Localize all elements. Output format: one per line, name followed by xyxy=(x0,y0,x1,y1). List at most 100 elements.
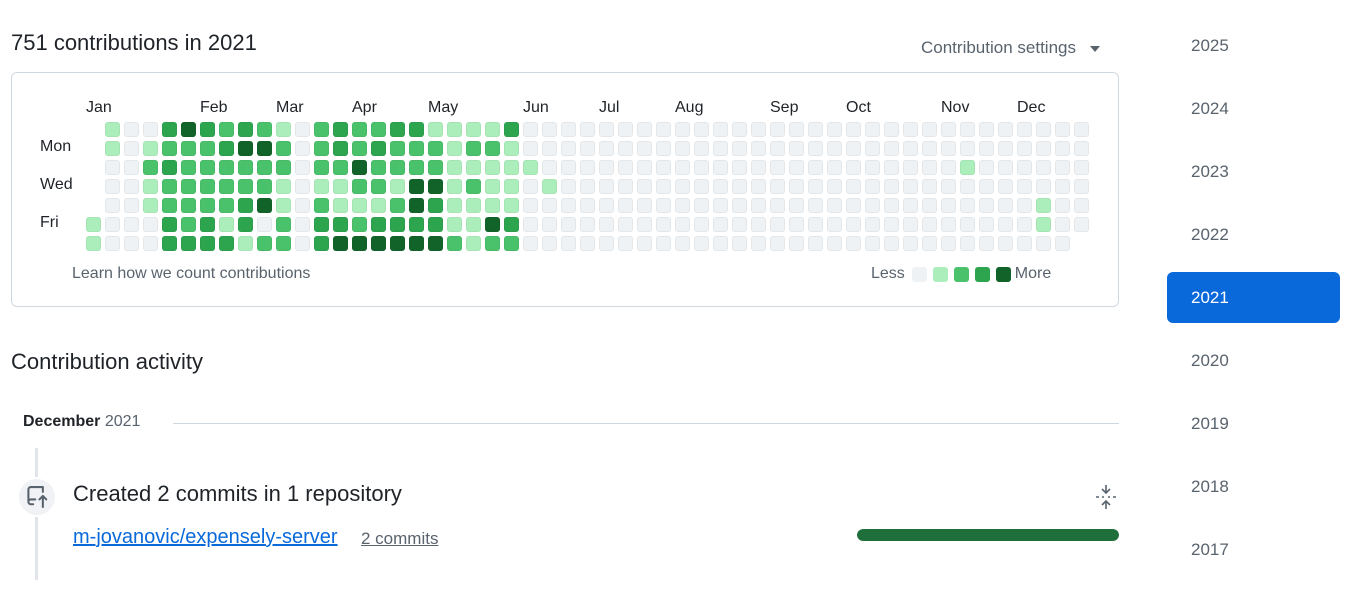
contribution-day-cell[interactable] xyxy=(105,179,120,194)
contribution-day-cell[interactable] xyxy=(827,236,842,251)
contribution-day-cell[interactable] xyxy=(1036,179,1051,194)
contribution-day-cell[interactable] xyxy=(371,141,386,156)
contribution-day-cell[interactable] xyxy=(447,122,462,137)
contribution-day-cell[interactable] xyxy=(941,179,956,194)
contribution-day-cell[interactable] xyxy=(580,122,595,137)
contribution-day-cell[interactable] xyxy=(86,217,101,232)
contribution-day-cell[interactable] xyxy=(656,160,671,175)
contribution-day-cell[interactable] xyxy=(732,179,747,194)
contribution-day-cell[interactable] xyxy=(998,179,1013,194)
contribution-day-cell[interactable] xyxy=(314,122,329,137)
contribution-day-cell[interactable] xyxy=(1074,179,1089,194)
contribution-day-cell[interactable] xyxy=(656,217,671,232)
contribution-day-cell[interactable] xyxy=(1036,160,1051,175)
contribution-day-cell[interactable] xyxy=(675,179,690,194)
contribution-day-cell[interactable] xyxy=(352,217,367,232)
contribution-day-cell[interactable] xyxy=(865,122,880,137)
contribution-day-cell[interactable] xyxy=(580,217,595,232)
contribution-day-cell[interactable] xyxy=(257,198,272,213)
contribution-day-cell[interactable] xyxy=(637,160,652,175)
contribution-day-cell[interactable] xyxy=(409,141,424,156)
contribution-day-cell[interactable] xyxy=(675,236,690,251)
contribution-day-cell[interactable] xyxy=(371,179,386,194)
contribution-day-cell[interactable] xyxy=(751,160,766,175)
contribution-day-cell[interactable] xyxy=(599,141,614,156)
contribution-day-cell[interactable] xyxy=(428,160,443,175)
contribution-day-cell[interactable] xyxy=(447,236,462,251)
year-link-2021[interactable]: 2021 xyxy=(1167,272,1340,323)
contribution-day-cell[interactable] xyxy=(561,198,576,213)
contribution-day-cell[interactable] xyxy=(295,198,310,213)
contribution-day-cell[interactable] xyxy=(219,236,234,251)
contribution-day-cell[interactable] xyxy=(960,217,975,232)
contribution-day-cell[interactable] xyxy=(960,236,975,251)
contribution-day-cell[interactable] xyxy=(295,160,310,175)
contribution-day-cell[interactable] xyxy=(542,179,557,194)
contribution-day-cell[interactable] xyxy=(618,122,633,137)
contribution-day-cell[interactable] xyxy=(542,217,557,232)
contribution-day-cell[interactable] xyxy=(200,179,215,194)
contribution-day-cell[interactable] xyxy=(447,198,462,213)
contribution-day-cell[interactable] xyxy=(846,198,861,213)
contribution-day-cell[interactable] xyxy=(466,122,481,137)
contribution-day-cell[interactable] xyxy=(789,160,804,175)
contribution-day-cell[interactable] xyxy=(865,236,880,251)
contribution-day-cell[interactable] xyxy=(485,141,500,156)
contribution-day-cell[interactable] xyxy=(618,198,633,213)
contribution-day-cell[interactable] xyxy=(694,217,709,232)
contribution-day-cell[interactable] xyxy=(827,141,842,156)
contribution-day-cell[interactable] xyxy=(447,217,462,232)
contribution-day-cell[interactable] xyxy=(599,198,614,213)
contribution-day-cell[interactable] xyxy=(732,236,747,251)
contribution-day-cell[interactable] xyxy=(637,236,652,251)
contribution-day-cell[interactable] xyxy=(466,198,481,213)
contribution-day-cell[interactable] xyxy=(732,122,747,137)
contribution-day-cell[interactable] xyxy=(751,179,766,194)
contribution-day-cell[interactable] xyxy=(903,141,918,156)
contribution-day-cell[interactable] xyxy=(371,198,386,213)
contribution-day-cell[interactable] xyxy=(314,198,329,213)
year-link-2024[interactable]: 2024 xyxy=(1167,83,1340,134)
contribution-day-cell[interactable] xyxy=(922,179,937,194)
contribution-day-cell[interactable] xyxy=(371,217,386,232)
contribution-day-cell[interactable] xyxy=(466,179,481,194)
contribution-day-cell[interactable] xyxy=(846,179,861,194)
contribution-day-cell[interactable] xyxy=(979,160,994,175)
contribution-day-cell[interactable] xyxy=(903,179,918,194)
contribution-day-cell[interactable] xyxy=(276,141,291,156)
contribution-day-cell[interactable] xyxy=(181,160,196,175)
contribution-day-cell[interactable] xyxy=(922,236,937,251)
year-link-2018[interactable]: 2018 xyxy=(1167,461,1340,512)
contribution-day-cell[interactable] xyxy=(238,198,253,213)
contribution-day-cell[interactable] xyxy=(257,160,272,175)
contribution-day-cell[interactable] xyxy=(637,122,652,137)
contribution-day-cell[interactable] xyxy=(846,141,861,156)
contribution-day-cell[interactable] xyxy=(713,198,728,213)
contribution-day-cell[interactable] xyxy=(713,141,728,156)
contribution-day-cell[interactable] xyxy=(694,141,709,156)
contribution-day-cell[interactable] xyxy=(922,122,937,137)
contribution-day-cell[interactable] xyxy=(105,198,120,213)
contribution-day-cell[interactable] xyxy=(1036,141,1051,156)
contribution-day-cell[interactable] xyxy=(675,160,690,175)
contribution-day-cell[interactable] xyxy=(751,198,766,213)
contribution-day-cell[interactable] xyxy=(903,198,918,213)
contribution-day-cell[interactable] xyxy=(751,122,766,137)
contribution-day-cell[interactable] xyxy=(276,217,291,232)
contribution-day-cell[interactable] xyxy=(86,236,101,251)
contribution-day-cell[interactable] xyxy=(105,122,120,137)
contribution-day-cell[interactable] xyxy=(770,141,785,156)
contribution-day-cell[interactable] xyxy=(542,198,557,213)
contribution-day-cell[interactable] xyxy=(466,217,481,232)
contribution-day-cell[interactable] xyxy=(466,236,481,251)
contribution-day-cell[interactable] xyxy=(922,198,937,213)
contribution-day-cell[interactable] xyxy=(428,217,443,232)
contribution-day-cell[interactable] xyxy=(181,198,196,213)
contribution-day-cell[interactable] xyxy=(162,141,177,156)
contribution-day-cell[interactable] xyxy=(238,122,253,137)
contribution-day-cell[interactable] xyxy=(618,236,633,251)
contribution-day-cell[interactable] xyxy=(694,160,709,175)
contribution-day-cell[interactable] xyxy=(314,160,329,175)
contribution-day-cell[interactable] xyxy=(656,122,671,137)
contribution-day-cell[interactable] xyxy=(884,236,899,251)
